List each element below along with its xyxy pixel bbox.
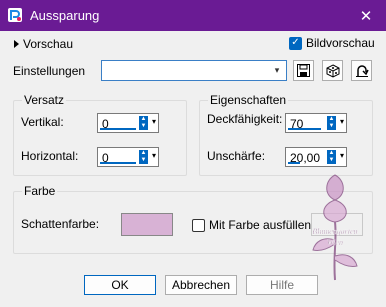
vertical-spinbox[interactable]: 0 ▲ ▼ ▾ <box>97 113 159 133</box>
save-preset-button[interactable] <box>293 60 314 81</box>
spin-arrows-icon[interactable]: ▲ ▼ <box>327 150 336 164</box>
randomize-button[interactable] <box>322 60 343 81</box>
ok-button[interactable]: OK <box>84 275 156 295</box>
spin-arrows-icon[interactable]: ▲ ▼ <box>327 116 336 130</box>
reset-arrow-icon <box>355 64 369 77</box>
watermark-line2: Wien <box>327 238 343 247</box>
properties-group: Eigenschaften Deckfähigkeit: 70 ▲ ▼ ▾ Uns… <box>199 93 373 176</box>
flower-watermark-logo: Blumengarten Wien <box>312 174 358 281</box>
vertical-slider-bar[interactable] <box>100 128 136 130</box>
opacity-spinbox[interactable]: 70 ▲ ▼ ▾ <box>285 113 347 133</box>
help-button[interactable]: Hilfe <box>246 275 318 295</box>
opacity-label: Deckfähigkeit: <box>207 112 283 126</box>
dice-icon <box>326 63 339 78</box>
spin-arrows-icon[interactable]: ▲ ▼ <box>139 116 148 130</box>
preview-row: Vorschau ✓ Bildvorschau <box>0 36 386 52</box>
shadow-color-label: Schattenfarbe: <box>21 217 100 231</box>
properties-group-title: Eigenschaften <box>208 93 289 107</box>
app-icon <box>8 8 22 22</box>
blur-spinbox[interactable]: 20,00 ▲ ▼ ▾ <box>285 147 347 167</box>
vertical-label: Vertikal: <box>21 115 64 129</box>
blur-slider-bar[interactable] <box>288 162 300 164</box>
expand-triangle-icon <box>14 40 19 48</box>
blur-label: Unschärfe: <box>207 149 266 163</box>
chevron-down-icon: ▾ <box>274 65 280 75</box>
color-group-title: Farbe <box>22 184 58 198</box>
help-button-label: Hilfe <box>269 278 294 292</box>
chevron-down-icon[interactable]: ▾ <box>152 117 156 126</box>
chevron-down-icon[interactable]: ▾ <box>340 151 344 160</box>
checkmark-icon: ✓ <box>289 36 302 50</box>
reset-button[interactable] <box>351 60 372 81</box>
close-button[interactable]: ✕ <box>346 0 386 31</box>
offset-group: Versatz Vertikal: 0 ▲ ▼ ▾ Horizontal: 0 ▲… <box>13 93 187 176</box>
settings-dropdown[interactable]: ▾ <box>101 60 287 81</box>
cancel-button-label: Abbrechen <box>171 278 231 292</box>
chevron-down-icon[interactable]: ▾ <box>152 151 156 160</box>
image-preview-checkbox[interactable]: ✓ Bildvorschau <box>289 36 375 50</box>
cancel-button[interactable]: Abbrechen <box>165 275 237 295</box>
save-icon <box>297 64 310 77</box>
title-bar: Aussparung ✕ <box>0 0 386 31</box>
spin-arrows-icon[interactable]: ▲ ▼ <box>139 150 148 164</box>
watermark-line1: Blumengarten <box>312 227 357 236</box>
shadow-color-swatch[interactable] <box>121 213 173 236</box>
window-title: Aussparung <box>30 8 100 23</box>
preview-toggle[interactable]: Vorschau <box>14 37 73 51</box>
horizontal-spinbox[interactable]: 0 ▲ ▼ ▾ <box>97 147 159 167</box>
image-preview-label: Bildvorschau <box>306 36 375 50</box>
opacity-slider-bar[interactable] <box>288 128 321 130</box>
ok-button-label: OK <box>111 278 129 292</box>
chevron-down-icon[interactable]: ▾ <box>340 117 344 126</box>
unchecked-box-icon <box>192 218 205 232</box>
horizontal-slider-bar[interactable] <box>100 162 136 164</box>
close-icon: ✕ <box>359 7 373 25</box>
settings-label: Einstellungen <box>13 64 86 78</box>
settings-row: Einstellungen ▾ <box>0 60 386 82</box>
offset-group-title: Versatz <box>22 93 67 107</box>
horizontal-label: Horizontal: <box>21 149 79 163</box>
preview-toggle-label: Vorschau <box>23 37 74 51</box>
